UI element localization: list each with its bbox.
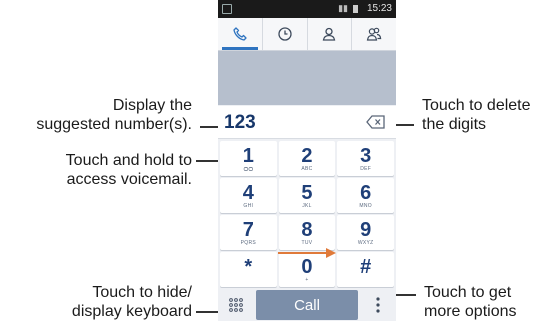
key-digit: 2 [301,144,313,167]
annotation-suggested-line2: suggested number(s). [36,116,192,133]
key-1[interactable]: 1 ᴑᴑ [220,141,277,176]
annotation-keyboard: Touch to hide/ display keyboard [72,283,192,321]
annotation-delete-line2: the digits [422,116,487,133]
key-letters: GHI [243,202,254,209]
screenshot-icon [222,4,232,14]
dialed-number[interactable]: 123 [224,112,256,134]
keypad: 1 ᴑᴑ 2 ABC 3 DEF 4 GHI 5 JKL 6 MNO 7 PQR… [218,139,396,287]
key-digit: 7 [242,218,254,241]
annotation-suggested-line1: Display the [112,97,192,114]
clock-icon [277,27,292,41]
annotation-voicemail-line1: Touch and hold to [65,152,192,169]
key-letters: + [305,276,309,283]
annotation-keyboard-line2: display keyboard [71,303,192,320]
swipe-arrow-icon [278,248,336,258]
annotation-options-line1: Touch to get [424,284,512,301]
key-digit: 5 [301,181,313,204]
key-digit: 4 [242,181,254,204]
leader-delete [394,124,414,126]
annotation-keyboard-line1: Touch to hide/ [92,284,192,301]
annotation-options-line2: more options [424,303,517,320]
key-7[interactable]: 7 PQRS [220,215,277,250]
tab-phone[interactable] [218,18,263,50]
phone-screen: ▮▮ 15:23 123 1 ᴑᴑ 2 ABC 3 DEF 4 GHI 5 JK… [218,0,396,321]
call-button[interactable]: Call [256,290,358,320]
key-digit: 8 [301,218,313,241]
key-digit: 3 [360,144,372,167]
annotation-suggested: Display the suggested number(s). [36,96,192,134]
key-letters: MNO [359,202,372,209]
dialpad-icon [229,298,243,312]
annotation-options: Touch to get more options [424,283,517,321]
key-letters: TUV [301,239,313,246]
key-digit: 9 [360,218,372,241]
key-4[interactable]: 4 GHI [220,178,277,213]
key-letters: JKL [302,202,312,209]
status-time: 15:23 [366,3,392,14]
key-digit: * [244,255,253,278]
annotation-voicemail-line2: access voicemail. [66,171,192,188]
number-display: 123 [218,106,396,139]
backspace-icon[interactable] [366,115,386,129]
suggestion-area [218,51,396,105]
bottom-bar: Call [218,288,396,321]
status-bar: ▮▮ 15:23 [218,0,396,18]
key-digit: 0 [301,255,313,278]
key-hash[interactable]: # [337,252,394,287]
tab-groups[interactable] [352,18,396,50]
people-icon [366,27,382,41]
tab-recent[interactable] [263,18,308,50]
voicemail-icon: ᴑᴑ [243,163,254,173]
key-digit: 1 [242,144,254,167]
key-letters: WXYZ [357,239,374,246]
key-digit: 6 [360,181,372,204]
overflow-menu-icon [376,297,380,313]
key-letters: DEF [360,165,372,172]
tab-contacts[interactable] [308,18,353,50]
key-3[interactable]: 3 DEF [337,141,394,176]
key-8[interactable]: 8 TUV [278,215,336,250]
battery-icon [353,5,358,13]
key-2[interactable]: 2 ABC [278,141,336,176]
key-star[interactable]: * [220,252,277,287]
key-5[interactable]: 5 JKL [278,178,336,213]
key-digit: # [360,255,372,278]
annotation-delete: Touch to delete the digits [422,96,531,134]
person-icon [323,27,336,41]
tab-bar [218,18,396,51]
annotation-voicemail: Touch and hold to access voicemail. [66,151,192,189]
more-options-button[interactable] [364,292,392,318]
phone-icon [233,27,247,41]
key-6[interactable]: 6 MNO [337,178,394,213]
key-9[interactable]: 9 WXYZ [337,215,394,250]
key-letters: PQRS [240,239,257,246]
annotation-delete-line1: Touch to delete [422,97,531,114]
key-letters: ABC [301,165,313,172]
signal-icon: ▮▮ [338,3,348,13]
keyboard-toggle-button[interactable] [222,292,250,318]
